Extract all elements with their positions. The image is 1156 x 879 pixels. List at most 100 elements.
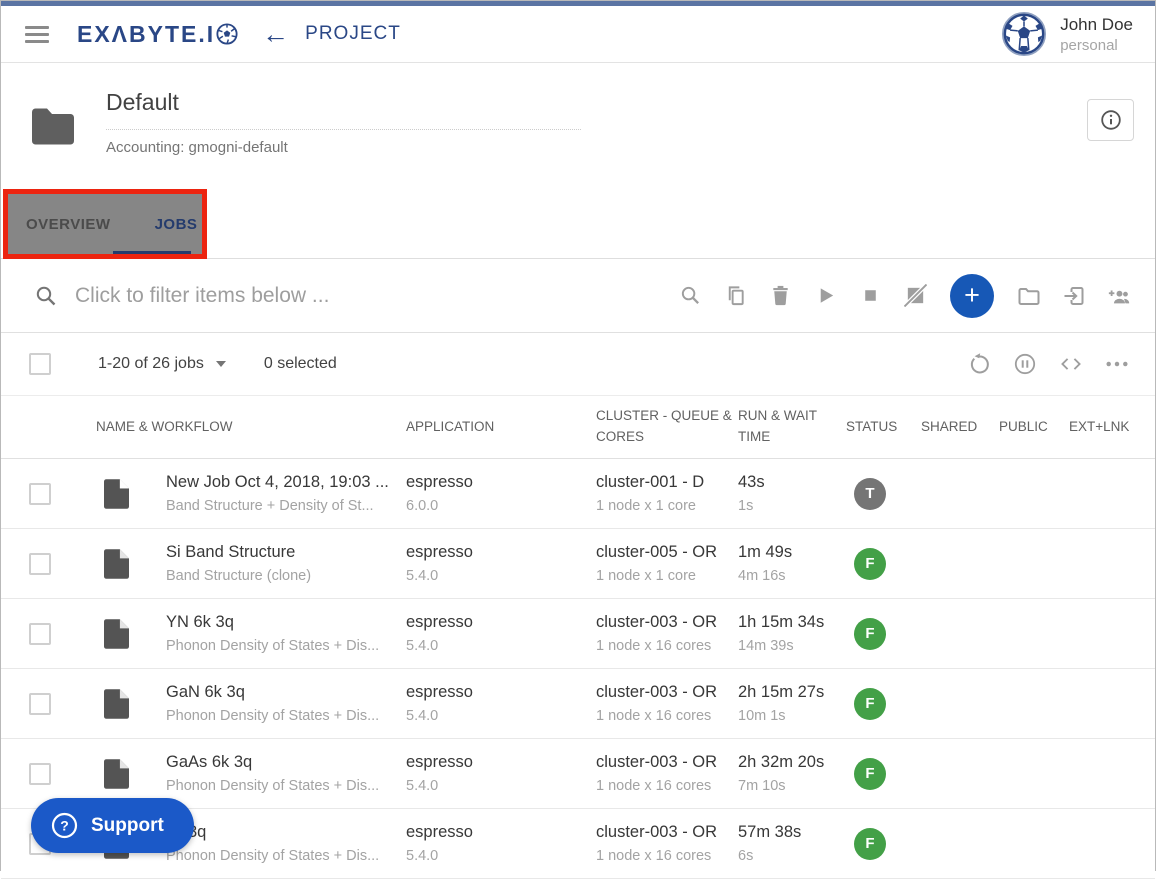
create-new-button[interactable]: + [950, 274, 994, 318]
job-wait-time: 14m 39s [738, 638, 840, 654]
project-title: Default [106, 89, 581, 130]
job-wait-time: 4m 16s [738, 568, 840, 584]
info-button[interactable] [1087, 99, 1134, 141]
import-icon[interactable] [1062, 284, 1086, 308]
user-account: personal [1060, 37, 1133, 54]
job-cores: 1 node x 1 core [596, 498, 732, 514]
search-filter-icon[interactable] [678, 284, 702, 308]
job-application: espresso [406, 823, 590, 842]
project-accounting: Accounting: gmogni-default [106, 139, 581, 156]
col-application[interactable]: APPLICATION [406, 417, 596, 438]
job-run-time: 1h 15m 34s [738, 613, 840, 632]
job-run-time: 57m 38s [738, 823, 840, 842]
filter-input[interactable]: Click to filter items below ... [75, 284, 329, 308]
table-row[interactable]: New Job Oct 4, 2018, 19:03 ... Band Struc… [1, 459, 1155, 529]
job-app-version: 5.4.0 [406, 568, 590, 584]
logo-text: EXΛBYTE.I [77, 21, 215, 48]
user-name: John Doe [1060, 15, 1133, 35]
tab-overview[interactable]: OVERVIEW [26, 216, 111, 233]
svg-text:?: ? [60, 818, 69, 834]
job-cores: 1 node x 16 cores [596, 638, 732, 654]
job-cores: 1 node x 16 cores [596, 708, 732, 724]
job-workflow: Phonon Density of States + Dis... [166, 708, 400, 724]
status-badge[interactable]: F [854, 828, 886, 860]
col-shared[interactable]: SHARED [921, 417, 999, 438]
table-row[interactable]: YN 6k 3qPhonon Density of States + Dis..… [1, 599, 1155, 669]
plus-icon: + [964, 280, 980, 311]
refresh-icon[interactable] [967, 352, 991, 376]
job-wait-time: 10m 1s [738, 708, 840, 724]
job-cluster: cluster-003 - OR [596, 683, 732, 702]
tab-jobs[interactable]: JOBS [155, 216, 198, 233]
move-to-folder-icon[interactable] [1017, 284, 1041, 308]
active-tab-indicator [113, 251, 191, 254]
job-app-version: 5.4.0 [406, 708, 590, 724]
tab-bar: OVERVIEW JOBS [1, 188, 1155, 259]
status-badge[interactable]: F [854, 688, 886, 720]
job-wait-time: 1s [738, 498, 840, 514]
col-cluster[interactable]: CLUSTER - QUEUE & CORES [596, 406, 738, 448]
row-checkbox[interactable] [29, 763, 51, 785]
row-checkbox[interactable] [29, 693, 51, 715]
job-run-time: 1m 49s [738, 543, 840, 562]
cancel-icon[interactable] [903, 284, 927, 308]
job-name[interactable]: Si Band Structure [166, 543, 400, 562]
job-name[interactable]: GaAs 6k 3q [166, 753, 400, 772]
row-checkbox[interactable] [29, 553, 51, 575]
avatar[interactable] [1001, 11, 1047, 57]
job-name[interactable]: GaN 6k 3q [166, 683, 400, 702]
job-cluster: cluster-003 - OR [596, 823, 732, 842]
soccer-ball-logo-icon [216, 23, 238, 45]
file-icon [96, 549, 166, 579]
search-icon [34, 284, 58, 308]
breadcrumb-section: PROJECT [305, 23, 401, 45]
job-name[interactable]: 6k 3q [166, 823, 400, 842]
status-badge[interactable]: F [854, 548, 886, 580]
filter-toolbar: Click to filter items below ... + [1, 259, 1155, 333]
pause-icon[interactable] [1013, 352, 1037, 376]
project-header: Default Accounting: gmogni-default [1, 63, 1155, 188]
menu-icon[interactable] [25, 26, 49, 43]
run-icon[interactable] [813, 284, 837, 308]
user-info[interactable]: John Doe personal [1060, 15, 1133, 54]
status-badge[interactable]: F [854, 618, 886, 650]
file-icon [96, 619, 166, 649]
table-row[interactable]: Si Band StructureBand Structure (clone) … [1, 529, 1155, 599]
more-icon[interactable] [1105, 352, 1129, 376]
table-row[interactable]: GaN 6k 3q Phonon Density of States + Dis.… [1, 669, 1155, 739]
col-run-wait[interactable]: RUN & WAIT TIME [738, 406, 846, 448]
col-name-workflow[interactable]: NAME & WORKFLOW [96, 417, 406, 438]
share-with-users-icon[interactable] [1107, 284, 1131, 308]
job-name[interactable]: New Job Oct 4, 2018, 19:03 ... [166, 473, 400, 492]
job-workflow: Phonon Density of States + Dis... [166, 848, 400, 864]
col-public[interactable]: PUBLIC [999, 417, 1069, 438]
logo[interactable]: EXΛBYTE.I [77, 21, 238, 48]
delete-icon[interactable] [768, 284, 792, 308]
job-cluster: cluster-003 - OR [596, 613, 732, 632]
job-name[interactable]: YN 6k 3q [166, 613, 400, 632]
job-cluster: cluster-005 - OR [596, 543, 732, 562]
job-run-time: 43s [738, 473, 840, 492]
stop-icon[interactable] [858, 284, 882, 308]
back-arrow-icon[interactable]: ← [262, 21, 289, 48]
select-all-checkbox[interactable] [29, 353, 51, 375]
job-workflow: Band Structure (clone) [166, 568, 400, 584]
code-icon[interactable] [1059, 352, 1083, 376]
job-cores: 1 node x 1 core [596, 568, 732, 584]
chevron-down-icon [216, 361, 226, 367]
job-application: espresso [406, 613, 590, 632]
copy-icon[interactable] [723, 284, 747, 308]
support-button[interactable]: ? Support [31, 798, 194, 853]
file-icon [96, 479, 166, 509]
job-cores: 1 node x 16 cores [596, 848, 732, 864]
job-workflow: Band Structure + Density of St... [166, 498, 400, 514]
row-checkbox[interactable] [29, 483, 51, 505]
col-ext-lnk[interactable]: EXT+LNK [1069, 417, 1151, 438]
status-badge[interactable]: F [854, 758, 886, 790]
job-app-version: 5.4.0 [406, 778, 590, 794]
status-badge[interactable]: T [854, 478, 886, 510]
pagination-range[interactable]: 1-20 of 26 jobs [98, 355, 226, 373]
col-status[interactable]: STATUS [846, 417, 921, 438]
row-checkbox[interactable] [29, 623, 51, 645]
file-icon [96, 759, 166, 789]
